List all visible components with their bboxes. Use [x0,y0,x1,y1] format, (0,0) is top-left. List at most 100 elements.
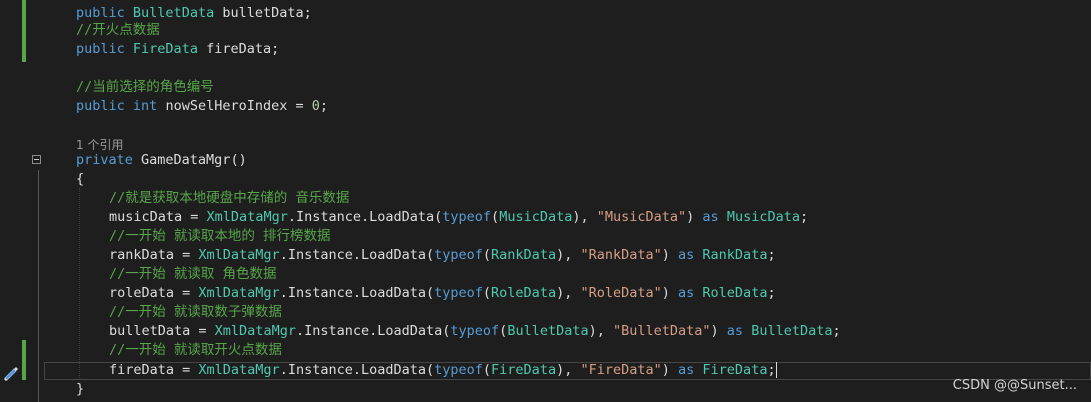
code-line: musicData = XmlDataMgr.Instance.LoadData… [109,208,808,227]
keyword: as [678,285,695,301]
type-name: XmlDataMgr [198,247,280,263]
string-literal: "BulletData" [612,323,711,339]
fold-region-line [38,170,39,402]
code-line: { [76,170,84,189]
string-literal: "RankData" [580,247,662,263]
type-name: MusicData [499,209,573,225]
string-literal: "FireData" [580,362,662,378]
code-line: public int nowSelHeroIndex = 0; [76,97,328,116]
type-name: XmlDataMgr [214,323,296,339]
code-text: ( [482,247,492,263]
type-name: MusicData [726,209,800,225]
code-text: .Instance.LoadData( [279,247,435,263]
collapse-minus-icon[interactable] [32,155,41,164]
type-name: RoleData [491,285,557,301]
type-name: XmlDataMgr [198,285,280,301]
code-lens-references[interactable]: 1 个引用 [76,138,123,152]
code-text: bulletData = [109,323,215,339]
code-line: //就是获取本地硬盘中存储的 音乐数据 [109,189,349,208]
code-line: //开火点数据 [76,21,160,40]
code-text: ( [482,285,492,301]
code-text: roleData = [109,285,199,301]
code-text: ) [710,323,727,339]
code-text: ), [556,285,581,301]
keyword: typeof [450,323,500,339]
code-line: //一开始 就读取数子弹数据 [109,303,282,322]
string-literal: "RoleData" [580,285,662,301]
code-text: musicData = [109,209,207,225]
type-name: FireData [132,41,198,57]
code-text: bulletData; [214,5,312,21]
keyword: int [132,98,158,114]
code-text: ; [319,98,329,114]
code-text: fireData = [109,362,199,378]
type-name: BulletData [132,5,215,21]
code-editor[interactable]: public BulletData bulletData; //开火点数据 pu… [0,0,1091,402]
code-text: ( [482,362,492,378]
code-comment: //一开始 就读取数子弹数据 [109,304,282,320]
type-name: XmlDataMgr [198,362,280,378]
code-text: ; [767,285,776,301]
code-line: rankData = XmlDataMgr.Instance.LoadData(… [109,246,776,265]
pencil-brush-icon[interactable] [2,363,20,381]
text-cursor [775,362,777,378]
code-line: public FireData fireData; [76,40,279,59]
csdn-watermark: CSDN @@Sunset... [952,378,1077,393]
keyword: as [678,247,695,263]
change-marker [22,340,26,380]
code-text: ) [686,209,703,225]
keyword: as [726,323,744,339]
code-text: .Instance.LoadData( [295,323,451,339]
code-comment: //当前选择的角色编号 [76,79,214,95]
keyword: typeof [434,247,483,263]
code-comment: //开火点数据 [76,22,160,38]
code-text: .Instance.LoadData( [287,209,443,225]
code-line-current: fireData = XmlDataMgr.Instance.LoadData(… [109,361,777,380]
code-text: .Instance.LoadData( [279,285,435,301]
type-name: RankData [491,247,557,263]
code-comment: //一开始 就读取本地的 排行榜数据 [109,228,331,244]
code-text: ; [799,209,809,225]
type-name: FireData [491,362,557,378]
code-line: } [76,380,84,399]
code-text: ), [556,362,581,378]
code-text: ) [661,285,679,301]
type-name: RankData [702,247,768,263]
open-brace: { [76,171,85,187]
type-name: BulletData [751,323,833,339]
editor-gutter [0,0,48,402]
type-name: FireData [702,362,768,378]
code-line: private GameDataMgr() [76,151,247,170]
indent-guide [79,188,81,380]
number-literal: 0 [311,98,320,114]
string-literal: "MusicData" [596,209,687,225]
type-name: BulletData [507,323,589,339]
code-comment: //就是获取本地硬盘中存储的 音乐数据 [109,190,350,206]
type-name: XmlDataMgr [206,209,288,225]
keyword: as [702,209,719,225]
code-text: ), [572,209,597,225]
close-brace: } [76,381,85,397]
code-text: fireData; [197,41,280,57]
code-line: //一开始 就读取 角色数据 [109,265,277,284]
code-comment: //一开始 就读取开火点数据 [109,342,282,358]
keyword: private [76,152,133,168]
keyword: typeof [442,209,492,225]
code-text: ; [767,247,776,263]
keyword: typeof [434,285,483,301]
code-text: ; [832,323,841,339]
keyword: public [76,41,125,57]
code-text: ) [661,362,679,378]
code-text: ; [767,362,776,378]
code-text: ) [661,247,679,263]
code-text: ), [588,323,613,339]
keyword: public [76,5,125,21]
type-name: RoleData [702,285,768,301]
code-line: roleData = XmlDataMgr.Instance.LoadData(… [109,284,776,303]
code-text: ), [556,247,581,263]
code-text: nowSelHeroIndex = [157,98,312,114]
code-text: GameDataMgr() [132,152,247,168]
code-line: //一开始 就读取本地的 排行榜数据 [109,227,331,246]
